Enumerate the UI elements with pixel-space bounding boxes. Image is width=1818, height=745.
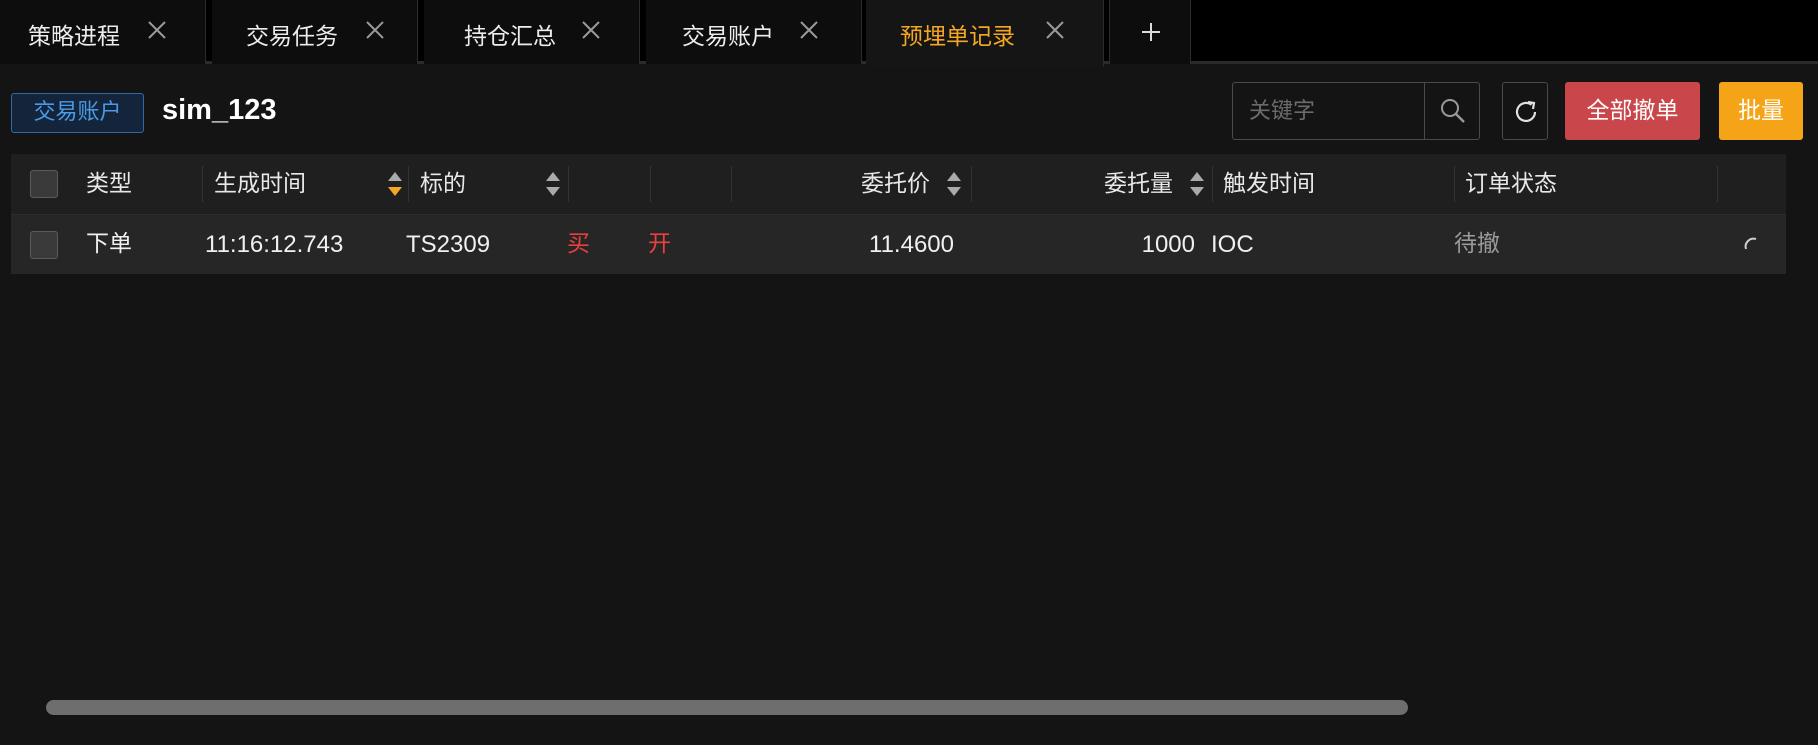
column-header-created-time[interactable]: 生成时间 (214, 154, 306, 214)
close-icon[interactable] (364, 19, 386, 41)
column-divider (568, 166, 569, 202)
search-button[interactable] (1424, 83, 1480, 139)
row-checkbox[interactable] (30, 231, 58, 259)
column-header-price[interactable]: 委托价 (861, 154, 930, 214)
close-icon[interactable] (1044, 19, 1066, 41)
tab-strategy-process[interactable]: 策略进程 (0, 0, 206, 64)
select-all-checkbox[interactable] (30, 170, 58, 198)
add-tab-button[interactable] (1109, 0, 1191, 64)
refresh-button[interactable] (1502, 82, 1548, 140)
cell-price: 11.4600 (869, 231, 954, 258)
column-divider (1717, 166, 1718, 202)
tab-position-summary[interactable]: 持仓汇总 (424, 0, 640, 64)
search-box (1232, 82, 1480, 140)
column-divider (1454, 166, 1455, 202)
tab-trade-account[interactable]: 交易账户 (646, 0, 862, 64)
tab-bar: 策略进程 交易任务 持仓汇总 交易账户 预埋单记录 (0, 0, 1818, 67)
horizontal-scrollbar[interactable] (46, 700, 1408, 715)
account-name: sim_123 (162, 94, 277, 126)
orders-table: 类型 生成时间 标的 委托价 委托量 触发时间 订单状态 下单 11:16:12… (11, 154, 1786, 274)
column-divider (202, 166, 203, 202)
plus-icon (1142, 23, 1160, 41)
column-header-trigger-time: 触发时间 (1223, 171, 1315, 197)
column-header-type: 类型 (86, 171, 132, 197)
tab-label: 交易账户 (682, 24, 774, 50)
column-divider (731, 166, 732, 202)
close-icon[interactable] (146, 19, 168, 41)
column-header-quantity[interactable]: 委托量 (1104, 154, 1173, 214)
refresh-icon (1515, 100, 1537, 123)
tab-label: 策略进程 (28, 24, 120, 50)
column-divider (408, 166, 409, 202)
cell-offset: 开 (648, 231, 671, 257)
table-row[interactable]: 下单 11:16:12.743 TS2309 买 开 11.4600 1000 … (11, 215, 1786, 274)
tab-label: 预埋单记录 (900, 24, 1015, 50)
column-header-symbol[interactable]: 标的 (420, 154, 466, 214)
tab-trade-tasks[interactable]: 交易任务 (212, 0, 418, 64)
account-tag: 交易账户 (11, 93, 144, 133)
search-input[interactable] (1233, 83, 1423, 139)
column-divider (650, 166, 651, 202)
close-icon[interactable] (798, 19, 820, 41)
cell-symbol: TS2309 (406, 231, 491, 258)
table-header: 类型 生成时间 标的 委托价 委托量 触发时间 订单状态 (11, 154, 1786, 215)
cancel-all-button[interactable]: 全部撤单 (1565, 82, 1700, 140)
cell-status: 待撤 (1454, 231, 1500, 257)
sort-icon[interactable] (945, 169, 963, 199)
sort-icon[interactable] (544, 169, 562, 199)
app-window: 策略进程 交易任务 持仓汇总 交易账户 预埋单记录 交易账户 sim_123 关… (0, 0, 1818, 745)
column-divider (971, 166, 972, 202)
cell-created-time: 11:16:12.743 (205, 231, 344, 258)
loading-spinner-icon (1744, 237, 1757, 250)
close-icon[interactable] (580, 19, 602, 41)
cell-type: 下单 (86, 231, 132, 257)
column-header-order-status: 订单状态 (1465, 171, 1557, 197)
tab-label: 交易任务 (246, 24, 338, 50)
sort-icon[interactable] (386, 169, 404, 199)
cell-direction: 买 (567, 231, 590, 257)
search-icon (1441, 99, 1465, 123)
cell-quantity: 1000 (1141, 231, 1195, 258)
cell-trigger: IOC (1211, 231, 1254, 258)
tab-label: 持仓汇总 (464, 24, 556, 50)
tab-preset-order-records[interactable]: 预埋单记录 (866, 0, 1104, 67)
column-divider (1212, 166, 1213, 202)
sort-icon[interactable] (1188, 169, 1206, 199)
batch-button[interactable]: 批量 (1719, 82, 1803, 140)
